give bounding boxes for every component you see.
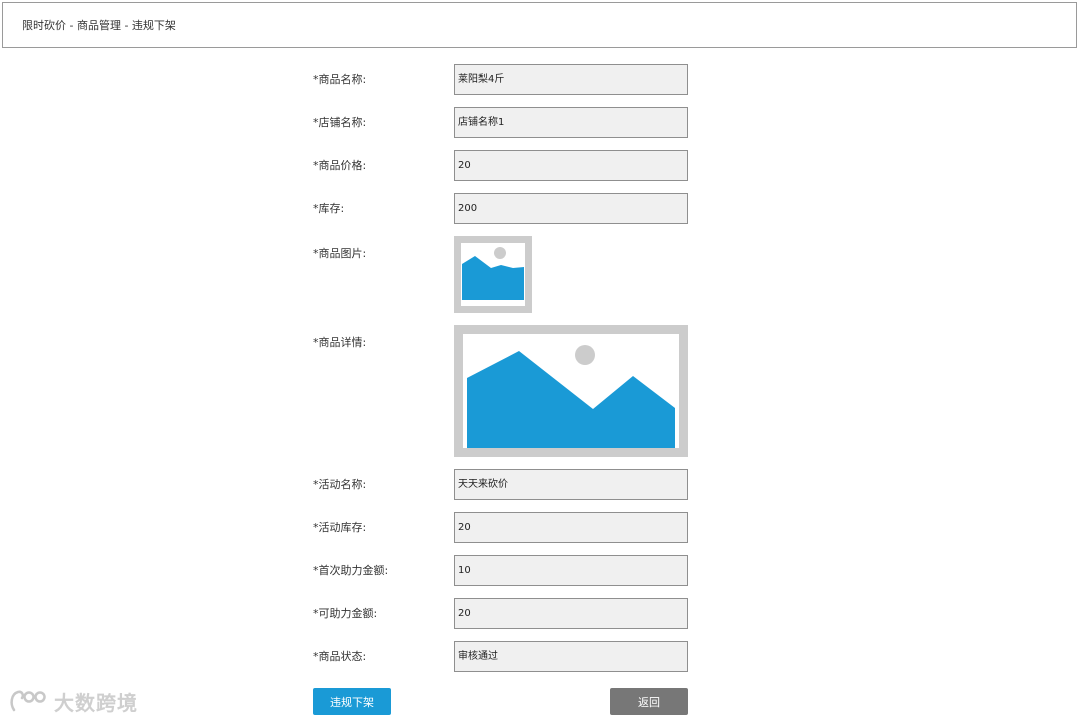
product-detail-label: *商品详情: (313, 336, 367, 349)
form-row-first-help-amount: *首次助力金额: 10 (0, 555, 1080, 586)
form-row-help-amount: *可助力金额: 20 (0, 598, 1080, 629)
form-row-shop-name: *店铺名称: 店铺名称1 (0, 107, 1080, 138)
product-image-canvas (461, 243, 525, 306)
image-placeholder-icon (467, 345, 675, 448)
help-amount-field[interactable]: 20 (454, 598, 688, 629)
activity-stock-field[interactable]: 20 (454, 512, 688, 543)
help-amount-label: *可助力金额: (313, 607, 378, 620)
stock-field[interactable]: 200 (454, 193, 688, 224)
product-price-field[interactable]: 20 (454, 150, 688, 181)
product-status-field[interactable]: 审核通过 (454, 641, 688, 672)
form-row-product-name: *商品名称: 莱阳梨4斤 (0, 64, 1080, 95)
takedown-button[interactable]: 违规下架 (313, 688, 391, 715)
watermark-logo-icon (10, 690, 46, 712)
form-row-activity-stock: *活动库存: 20 (0, 512, 1080, 543)
product-detail-canvas (463, 334, 679, 448)
first-help-amount-field[interactable]: 10 (454, 555, 688, 586)
back-button[interactable]: 返回 (610, 688, 688, 715)
product-name-label: *商品名称: (313, 73, 367, 86)
stock-label: *库存: (313, 202, 345, 215)
product-detail-image[interactable] (454, 325, 688, 457)
form-row-product-price: *商品价格: 20 (0, 150, 1080, 181)
breadcrumb-text: 限时砍价 - 商品管理 - 违规下架 (22, 19, 176, 32)
product-name-field[interactable]: 莱阳梨4斤 (454, 64, 688, 95)
first-help-amount-label: *首次助力金额: (313, 564, 389, 577)
product-price-label: *商品价格: (313, 159, 367, 172)
product-image-label: *商品图片: (313, 247, 367, 260)
product-status-label: *商品状态: (313, 650, 367, 663)
activity-name-label: *活动名称: (313, 478, 367, 491)
product-image-thumbnail[interactable] (454, 236, 532, 313)
activity-name-field[interactable]: 天天来砍价 (454, 469, 688, 500)
page: 限时砍价 - 商品管理 - 违规下架 *商品名称: 莱阳梨4斤 *店铺名称: 店… (0, 0, 1080, 722)
shop-name-field[interactable]: 店铺名称1 (454, 107, 688, 138)
form-row-product-status: *商品状态: 审核通过 (0, 641, 1080, 672)
watermark-text: 大数跨境 (54, 690, 138, 715)
watermark: 大数跨境 (8, 687, 138, 715)
form-row-activity-name: *活动名称: 天天来砍价 (0, 469, 1080, 500)
image-placeholder-icon (462, 247, 524, 300)
shop-name-label: *店铺名称: (313, 116, 367, 129)
breadcrumb: 限时砍价 - 商品管理 - 违规下架 (2, 2, 1077, 48)
form-row-stock: *库存: 200 (0, 193, 1080, 224)
activity-stock-label: *活动库存: (313, 521, 367, 534)
